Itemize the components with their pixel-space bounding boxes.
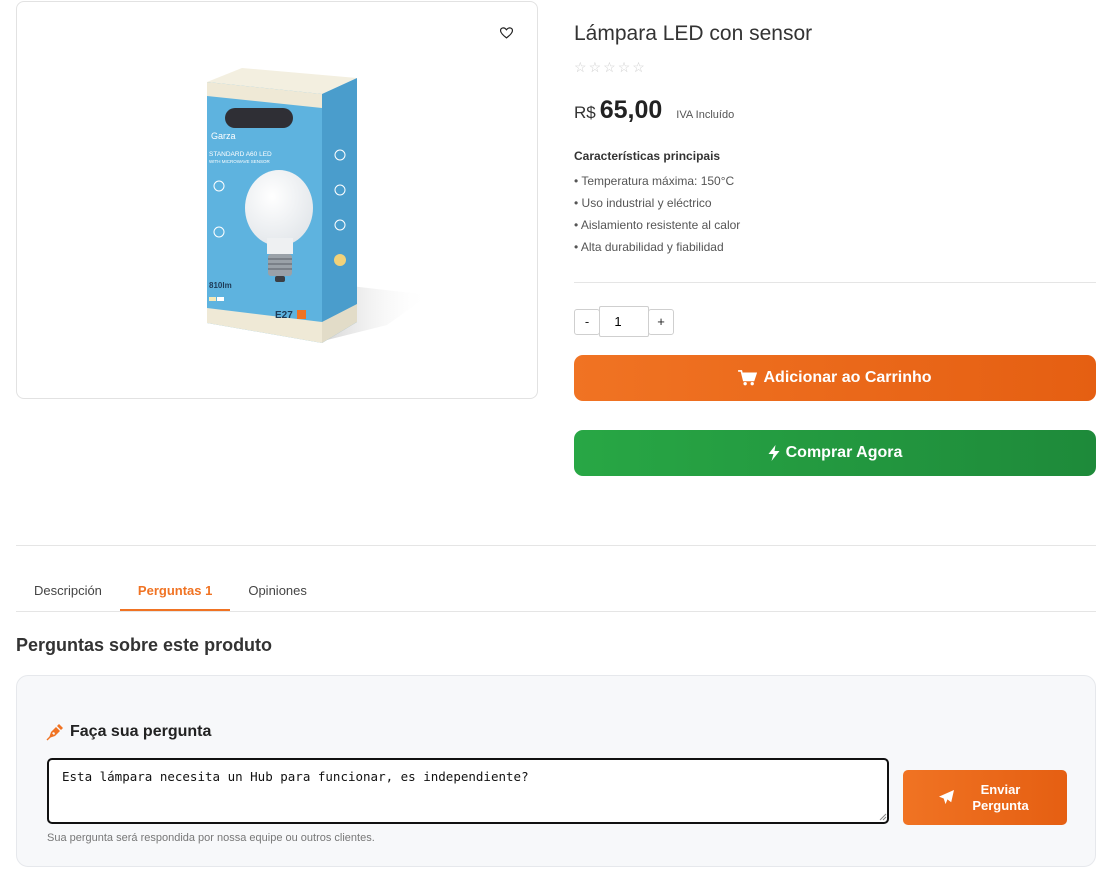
box-line1: STANDARD A60 LED xyxy=(209,151,272,158)
box-line2: WITH MICROWAVE SENSOR xyxy=(209,159,271,164)
star-icon[interactable]: ☆ xyxy=(632,60,645,74)
ask-question-label: Faça sua pergunta xyxy=(70,723,212,740)
buy-now-button[interactable]: Comprar Agora xyxy=(574,430,1096,476)
ask-question-header: Faça sua pergunta xyxy=(46,723,211,741)
quantity-input[interactable] xyxy=(599,306,649,337)
quantity-stepper: - + xyxy=(574,306,674,337)
box-lumens: 810lm xyxy=(209,281,232,290)
ask-question-card: Faça sua pergunta Esta lámpara necesita … xyxy=(16,675,1096,867)
product-tabs: Descripción Perguntas 1 Opiniones xyxy=(16,570,1096,612)
star-icon[interactable]: ☆ xyxy=(589,60,602,74)
features-list: • Temperatura máxima: 150°C • Uso indust… xyxy=(574,174,740,262)
divider xyxy=(574,282,1096,283)
divider xyxy=(16,545,1096,546)
price-row: R$ 65,00 IVA Incluído xyxy=(574,96,734,125)
product-title: Lámpara LED con sensor xyxy=(574,22,813,45)
send-question-label: Enviar Pergunta xyxy=(972,781,1029,813)
quantity-increase-button[interactable]: + xyxy=(648,308,674,335)
features-title: Características principais xyxy=(574,149,721,163)
buy-now-label: Comprar Agora xyxy=(785,444,903,461)
lightning-bolt-icon xyxy=(768,445,780,461)
add-to-cart-label: Adicionar ao Carrinho xyxy=(763,369,932,386)
send-question-button[interactable]: Enviar Pergunta xyxy=(903,770,1067,825)
feature-item: • Uso industrial y eléctrico xyxy=(574,196,712,210)
tab-descripcion[interactable]: Descripción xyxy=(16,570,120,611)
question-hint: Sua pergunta será respondida por nossa e… xyxy=(47,832,375,844)
feature-item: • Aislamiento resistente al calor xyxy=(574,218,741,232)
star-icon[interactable]: ☆ xyxy=(574,60,587,74)
cart-icon xyxy=(738,370,758,386)
feature-item: • Alta durabilidad y fiabilidad xyxy=(574,240,724,254)
questions-section-title: Perguntas sobre este produto xyxy=(16,635,273,655)
pen-icon xyxy=(46,724,63,741)
feature-item: • Temperatura máxima: 150°C xyxy=(574,174,735,188)
price-currency: R$ xyxy=(574,103,596,122)
tab-opiniones[interactable]: Opiniones xyxy=(230,570,325,611)
product-image: Garza STANDARD A60 LED WITH MICROWAVE SE… xyxy=(207,68,429,343)
star-icon[interactable]: ☆ xyxy=(603,60,616,74)
paper-plane-icon xyxy=(938,790,954,805)
product-image-card: Garza STANDARD A60 LED WITH MICROWAVE SE… xyxy=(16,1,538,399)
star-icon[interactable]: ☆ xyxy=(618,60,631,74)
tax-note: IVA Incluído xyxy=(676,109,735,121)
question-textarea[interactable]: Esta lámpara necesita un Hub para funcio… xyxy=(47,758,889,824)
rating-stars[interactable]: ☆ ☆ ☆ ☆ ☆ xyxy=(574,60,645,74)
quantity-decrease-button[interactable]: - xyxy=(574,308,600,335)
tab-perguntas[interactable]: Perguntas 1 xyxy=(119,570,231,611)
resize-grip-icon[interactable] xyxy=(879,813,887,821)
favorite-heart-icon[interactable] xyxy=(497,24,515,42)
box-brand: Garza xyxy=(211,131,236,141)
add-to-cart-button[interactable]: Adicionar ao Carrinho xyxy=(574,355,1096,401)
price-value: 65,00 xyxy=(599,96,663,124)
box-socket: E27 xyxy=(275,310,293,321)
